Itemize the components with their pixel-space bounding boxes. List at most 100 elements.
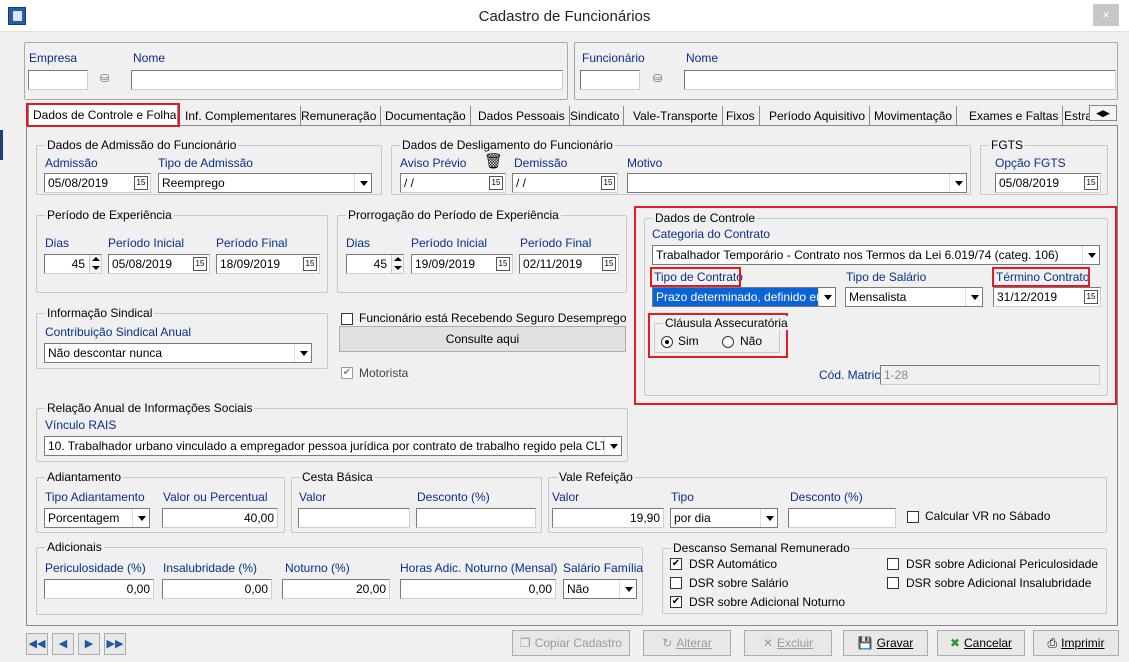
motivo-select[interactable] — [627, 173, 967, 193]
periodo-final-date[interactable]: 18/09/2019 15 — [216, 254, 320, 274]
calendar-icon: 15 — [601, 176, 615, 190]
vale-valor-label: Valor — [552, 490, 580, 504]
tab-vale-transporte[interactable]: Vale-Transporte — [629, 106, 723, 126]
close-button[interactable]: × — [1093, 4, 1119, 26]
binoculars-icon[interactable]: ⛁ — [653, 72, 662, 85]
cesta-desconto-input[interactable] — [416, 508, 536, 528]
prorrogacao-final-label: Período Final — [520, 236, 592, 250]
tipo-admissao-select[interactable]: Reemprego — [158, 173, 372, 193]
periodo-inicial-label: Período Inicial — [108, 236, 185, 250]
horas-noturno-input[interactable]: 0,00 — [400, 579, 556, 599]
tipo-adiantamento-select[interactable]: Porcentagem — [44, 508, 150, 528]
side-marker — [0, 130, 3, 160]
noturno-input[interactable]: 20,00 — [282, 579, 390, 599]
periodo-inicial-date[interactable]: 05/08/2019 15 — [108, 254, 210, 274]
alterar-button[interactable]: ↻ Alterar — [643, 630, 731, 656]
salario-familia-select[interactable]: Não — [563, 579, 637, 599]
tab-fixos[interactable]: Fixos — [722, 106, 760, 126]
imprimir-button[interactable]: ⎙ Imprimir — [1033, 630, 1119, 656]
dsr-insalubridade-label: DSR sobre Adicional Insalubridade — [906, 576, 1092, 590]
dias-spinner[interactable]: 45 — [44, 254, 102, 274]
empresa-label: Empresa — [29, 51, 78, 65]
tab-sindicato[interactable]: Sindicato — [566, 106, 625, 126]
aviso-previo-date[interactable]: / /15 — [400, 173, 506, 193]
funcionario-nome-input[interactable] — [684, 70, 1116, 90]
prev-record-icon[interactable]: ◀ — [52, 633, 74, 655]
title-bar: Cadastro de Funcionários × — [0, 0, 1129, 32]
vale-tipo-select[interactable]: por dia — [670, 508, 778, 528]
last-record-icon[interactable]: ▶▶ — [104, 633, 126, 655]
tab-dados-pessoais[interactable]: Dados Pessoais — [474, 106, 570, 126]
printer-icon: ⎙ — [1047, 636, 1058, 650]
vale-desconto-input[interactable] — [788, 508, 896, 528]
prorrogacao-dias-spinner[interactable]: 45 — [346, 254, 404, 274]
opcao-fgts-label: Opção FGTS — [995, 156, 1066, 170]
prorrogacao-inicial-date[interactable]: 19/09/2019 15 — [411, 254, 513, 274]
insalubridade-input[interactable]: 0,00 — [162, 579, 272, 599]
categoria-select[interactable]: Trabalhador Temporário - Contrato nos Te… — [652, 245, 1100, 265]
dias-label: Dias — [45, 236, 70, 250]
gravar-button[interactable]: 💾 Gravar — [843, 630, 928, 656]
prorrogacao-inicial-label: Período Inicial — [411, 236, 488, 250]
calendar-icon: 15 — [303, 257, 317, 271]
tab-exames-faltas[interactable]: Exames e Faltas — [965, 106, 1064, 126]
tab-movimentacao[interactable]: Movimentação — [870, 106, 958, 126]
contrib-select[interactable]: Não descontar nunca — [44, 343, 312, 363]
demissao-date[interactable]: / /15 — [512, 173, 618, 193]
valor-percentual-label: Valor ou Percentual — [163, 490, 268, 504]
dsr-noturno-checkbox[interactable]: ✔ — [670, 596, 682, 608]
consulte-button[interactable]: Consulte aqui — [339, 326, 626, 352]
seguro-checkbox[interactable] — [341, 313, 353, 325]
cesta-valor-input[interactable] — [298, 508, 410, 528]
tab-remuneracao[interactable]: Remuneração — [297, 106, 382, 126]
cancelar-button[interactable]: ✖ Cancelar — [937, 630, 1025, 656]
tab-documentacao[interactable]: Documentação — [381, 106, 471, 126]
dsr-salario-checkbox[interactable] — [670, 577, 682, 589]
calendar-icon: 15 — [1084, 176, 1098, 190]
first-record-icon[interactable]: ◀◀ — [26, 633, 48, 655]
sabado-checkbox[interactable] — [907, 511, 919, 523]
chevron-down-icon — [354, 174, 371, 192]
tipo-salario-select[interactable]: Mensalista — [845, 287, 983, 307]
vinculo-select[interactable]: 10. Trabalhador urbano vinculado a empre… — [44, 436, 622, 456]
clausula-sim-radio[interactable] — [661, 336, 673, 348]
empresa-nome-input[interactable] — [131, 70, 563, 90]
clausula-nao-radio[interactable] — [722, 336, 734, 348]
copiar-cadastro-button[interactable]: ❐ Copiar Cadastro — [512, 630, 630, 656]
demissao-label: Demissão — [514, 156, 568, 170]
categoria-label: Categoria do Contrato — [652, 227, 771, 241]
highlight-termino — [992, 267, 1090, 287]
opcao-fgts-date[interactable]: 05/08/2019 15 — [995, 173, 1101, 193]
valor-percentual-input[interactable]: 40,00 — [162, 508, 278, 528]
binoculars-icon[interactable]: ⛁ — [100, 72, 109, 85]
vale-valor-input[interactable]: 19,90 — [552, 508, 664, 528]
tab-scroll-arrows[interactable]: ◀▶ — [1089, 105, 1117, 121]
refresh-icon: ↻ — [662, 636, 673, 650]
tab-inf-complementares[interactable]: Inf. Complementares — [181, 106, 302, 126]
prorrogacao-final-date[interactable]: 02/11/2019 15 — [519, 254, 619, 274]
dsr-salario-label: DSR sobre Salário — [689, 576, 789, 590]
motorista-checkbox[interactable]: ✔ — [341, 367, 353, 379]
excluir-button[interactable]: ✕ Excluir — [744, 630, 832, 656]
dsr-automatico-checkbox[interactable]: ✔ — [670, 558, 682, 570]
cesta-valor-label: Valor — [299, 490, 327, 504]
admissao-date[interactable]: 05/08/2019 15 — [44, 173, 151, 193]
vinculo-label: Vínculo RAIS — [45, 418, 117, 432]
funcionario-input[interactable] — [580, 70, 640, 90]
trash-icon[interactable]: 🗑 — [484, 152, 503, 170]
periculosidade-input[interactable]: 0,00 — [44, 579, 154, 599]
motorista-label: Motorista — [359, 366, 409, 380]
tab-estrangeiro[interactable]: Estra — [1060, 106, 1090, 126]
next-record-icon[interactable]: ▶ — [78, 633, 100, 655]
salario-familia-label: Salário Família — [563, 561, 644, 575]
termino-contrato-date[interactable]: 31/12/2019 15 — [993, 287, 1101, 307]
calendar-icon: 15 — [602, 257, 616, 271]
vale-tipo-label: Tipo — [671, 490, 694, 504]
dsr-periculosidade-checkbox[interactable] — [887, 558, 899, 570]
calendar-icon: 15 — [489, 176, 503, 190]
tipo-contrato-select[interactable]: Prazo determinado, definido em — [652, 287, 836, 307]
dsr-insalubridade-checkbox[interactable] — [887, 577, 899, 589]
tab-periodo-aquisitivo[interactable]: Período Aquisitivo — [765, 106, 871, 126]
empresa-input[interactable] — [28, 70, 88, 90]
dsr-automatico-label: DSR Automático — [689, 557, 778, 571]
